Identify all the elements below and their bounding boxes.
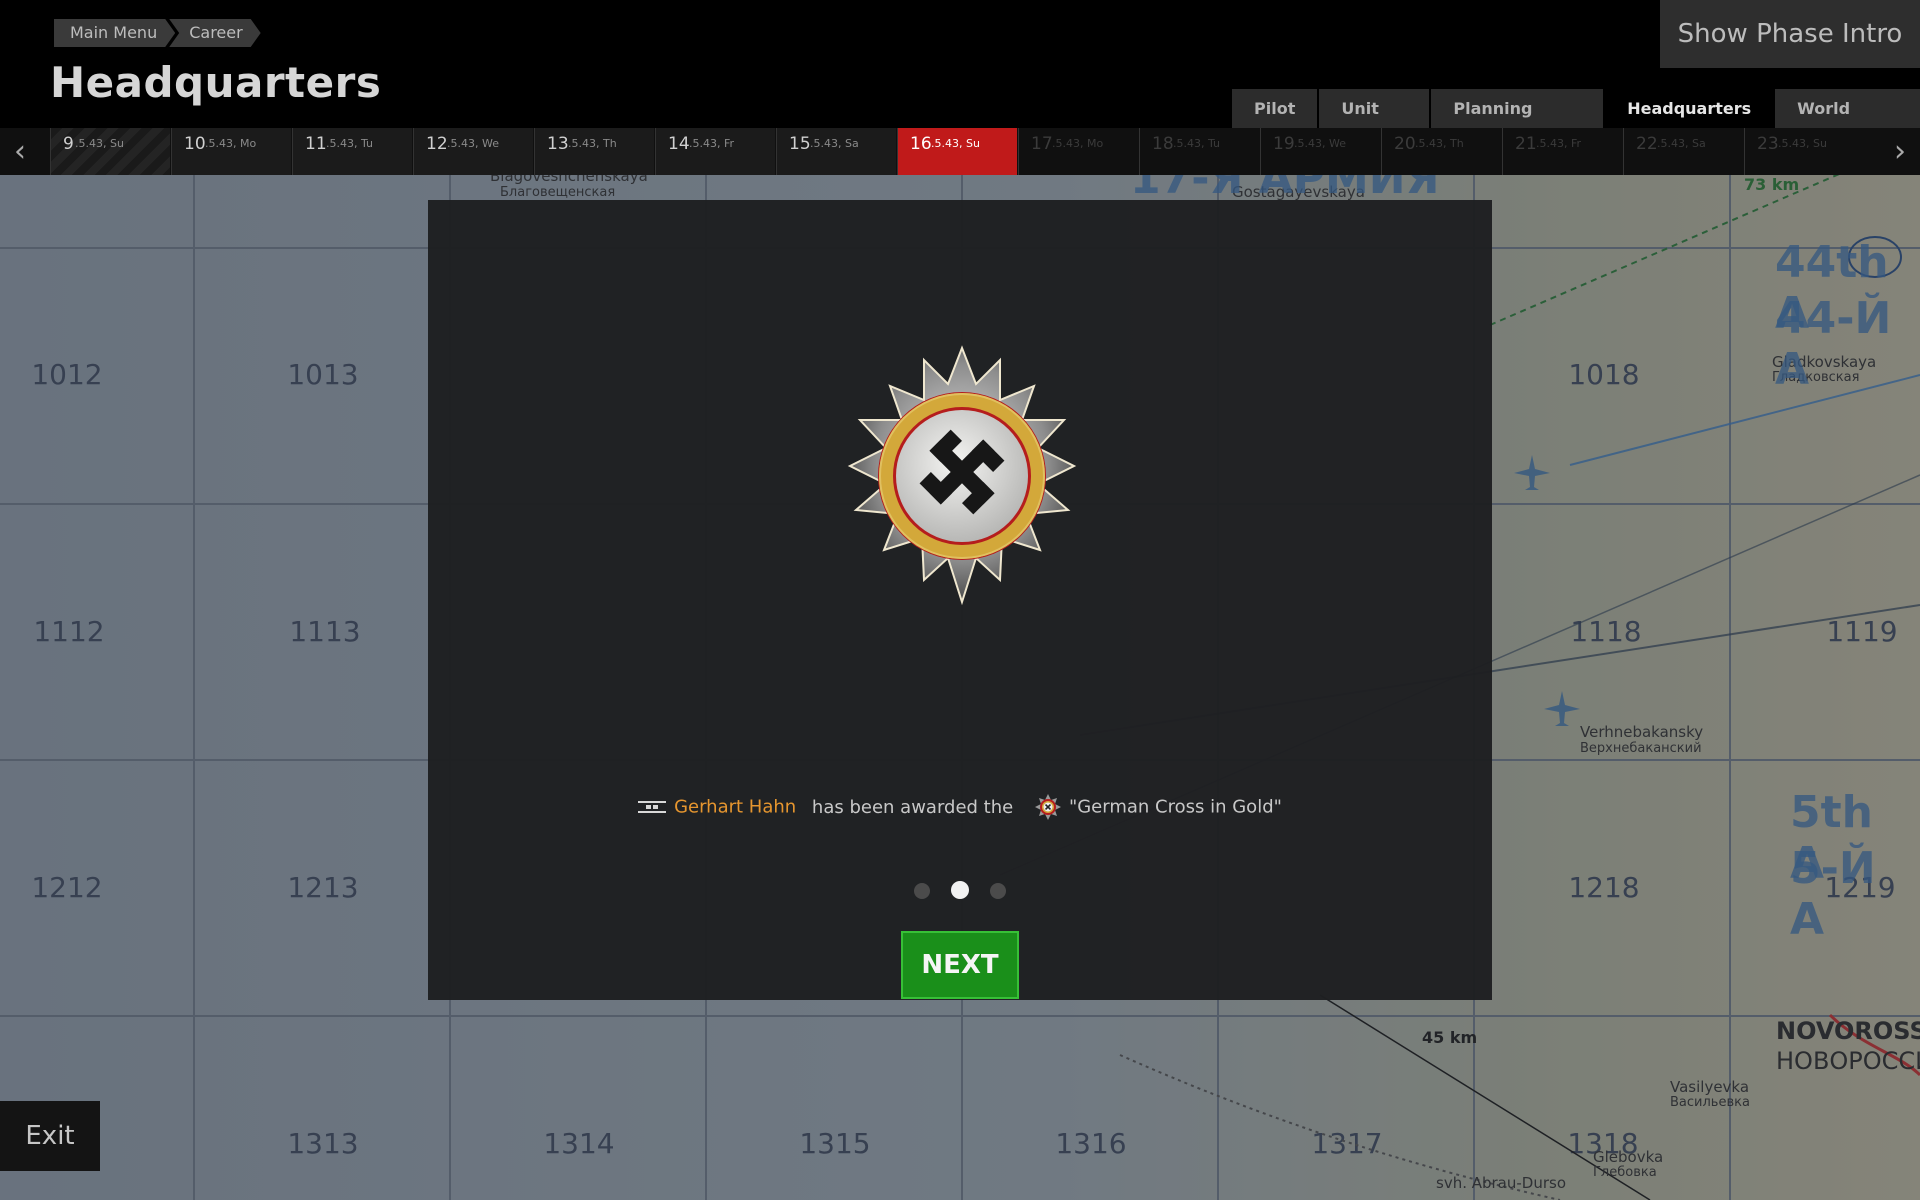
- award-pagination: [428, 881, 1492, 903]
- timeline-day-number: 17: [1031, 134, 1053, 154]
- timeline-day-number: 10: [184, 134, 206, 154]
- timeline-day[interactable]: 20.5.43, Th: [1381, 128, 1501, 175]
- rank-insignia-icon: [638, 801, 667, 813]
- breadcrumb-main-menu[interactable]: Main Menu: [54, 19, 175, 47]
- show-phase-intro-button[interactable]: Show Phase Intro: [1660, 0, 1920, 68]
- pagination-dot[interactable]: [990, 883, 1007, 899]
- timeline-day-number: 18: [1152, 134, 1174, 154]
- timeline-day-date: .5.43, Mo: [1052, 137, 1104, 150]
- pagination-dot[interactable]: [913, 883, 930, 899]
- timeline-day-number: 13: [547, 134, 569, 154]
- timeline-day[interactable]: 23.5.43, Su: [1744, 128, 1864, 175]
- timeline-day[interactable]: 17.5.43, Mo: [1018, 128, 1138, 175]
- breadcrumb-career[interactable]: Career: [169, 19, 260, 47]
- timeline-day-number: 20: [1394, 134, 1416, 154]
- timeline-day[interactable]: 14.5.43, Fr: [655, 128, 775, 175]
- exit-button[interactable]: Exit: [0, 1101, 100, 1171]
- award-text: has been awarded the: [811, 796, 1014, 818]
- timeline-day-date: .5.43, Fr: [1536, 137, 1582, 150]
- timeline-day-number: 22: [1636, 134, 1658, 154]
- tab-bar: Pilot Unit HQ Planning Room Headquarters…: [1230, 89, 1920, 157]
- timeline-day-number: 14: [668, 134, 690, 154]
- timeline-day-number: 9: [63, 134, 74, 154]
- timeline-day-date: .5.43, Sa: [810, 137, 859, 150]
- page-title: Headquarters: [50, 58, 382, 107]
- timeline-day[interactable]: 22.5.43, Sa: [1623, 128, 1743, 175]
- pagination-dot-active[interactable]: [951, 881, 969, 899]
- timeline-day-number: 11: [305, 134, 327, 154]
- tab-world-news[interactable]: World News: [1775, 89, 1920, 157]
- timeline-day-current[interactable]: 16.5.43, Su: [897, 128, 1017, 175]
- timeline-day-date: .5.43, Sa: [1657, 137, 1706, 150]
- timeline-day[interactable]: 18.5.43, Tu: [1139, 128, 1259, 175]
- timeline-day[interactable]: 12.5.43, We: [413, 128, 533, 175]
- timeline-day[interactable]: 13.5.43, Th: [534, 128, 654, 175]
- award-message: Gerhart Hahn has been awarded the "Germa…: [428, 794, 1492, 820]
- timeline-day-date: .5.43, We: [447, 137, 499, 150]
- german-cross-medal-icon: [847, 345, 1077, 606]
- timeline-day-number: 12: [426, 134, 448, 154]
- timeline-day[interactable]: 11.5.43, Tu: [292, 128, 412, 175]
- german-cross-small-icon: [1034, 794, 1061, 820]
- timeline-day[interactable]: 21.5.43, Fr: [1502, 128, 1622, 175]
- timeline-day-number: 19: [1273, 134, 1295, 154]
- tab-unit-hq[interactable]: Unit HQ: [1319, 89, 1430, 157]
- timeline-day-date: .5.43, Th: [1415, 137, 1464, 150]
- timeline-day-date: .5.43, Su: [931, 137, 980, 150]
- pilot-name[interactable]: Gerhart Hahn: [674, 797, 796, 818]
- timeline-day-date: .5.43, Tu: [326, 137, 374, 150]
- medal-name: "German Cross in Gold": [1068, 796, 1282, 818]
- tab-headquarters[interactable]: Headquarters: [1605, 89, 1774, 128]
- timeline-day-date: .5.43, Th: [568, 137, 617, 150]
- timeline-day[interactable]: 19.5.43, We: [1260, 128, 1380, 175]
- timeline-next-icon[interactable]: ›: [1880, 128, 1920, 175]
- tab-planning-room[interactable]: Planning Room: [1431, 89, 1604, 157]
- timeline-day-date: .5.43, Su: [75, 137, 124, 150]
- timeline-day-number: 16: [910, 134, 932, 154]
- timeline-prev-icon[interactable]: ‹: [0, 128, 40, 175]
- timeline-day-number: 15: [789, 134, 811, 154]
- timeline-day-date: .5.43, Mo: [205, 137, 257, 150]
- top-header: Main Menu Career Headquarters Show Phase…: [0, 0, 1920, 157]
- timeline-day-number: 23: [1757, 134, 1779, 154]
- timeline-day[interactable]: 15.5.43, Sa: [776, 128, 896, 175]
- breadcrumb: Main Menu Career: [54, 19, 263, 47]
- timeline-day-date: .5.43, Su: [1778, 137, 1827, 150]
- timeline-day[interactable]: 10.5.43, Mo: [171, 128, 291, 175]
- timeline-day-date: .5.43, We: [1294, 137, 1346, 150]
- timeline-day[interactable]: 9.5.43, Su: [50, 128, 170, 175]
- tab-pilot[interactable]: Pilot: [1232, 89, 1318, 128]
- award-dialog: Gerhart Hahn has been awarded the "Germa…: [428, 200, 1492, 1000]
- timeline-day-date: .5.43, Fr: [689, 137, 735, 150]
- date-timeline: ‹ 9.5.43, Su 10.5.43, Mo 11.5.43, Tu 12.5.4…: [0, 128, 1920, 175]
- timeline-day-number: 21: [1515, 134, 1537, 154]
- next-button[interactable]: NEXT: [901, 931, 1019, 999]
- timeline-day-date: .5.43, Tu: [1173, 137, 1221, 150]
